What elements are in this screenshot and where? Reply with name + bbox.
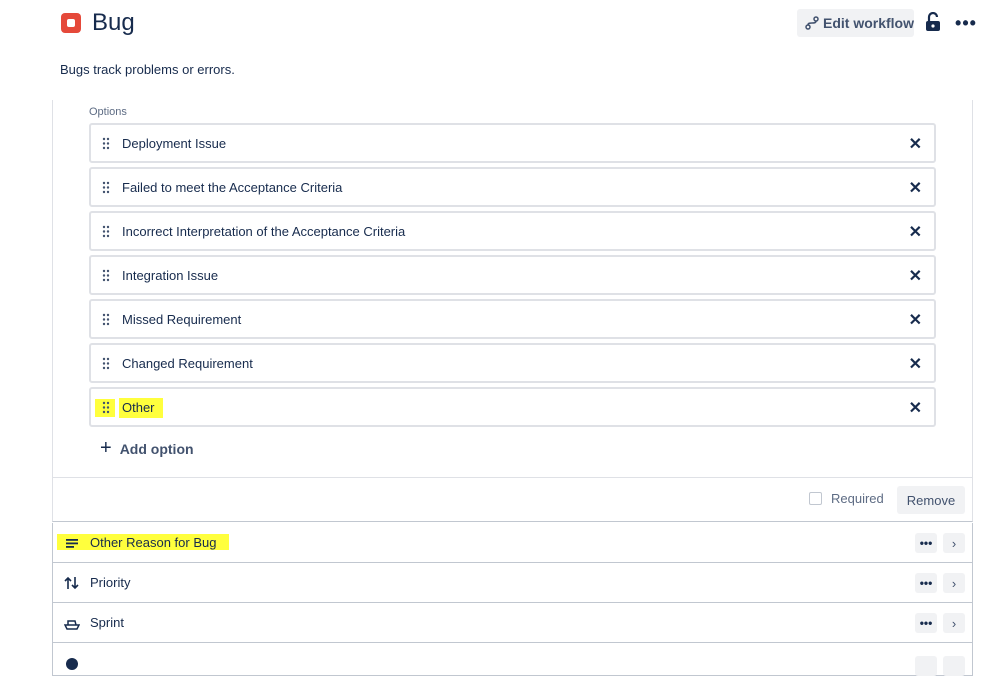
remove-option-icon[interactable]: ✕: [909, 398, 922, 418]
remove-option-icon[interactable]: ✕: [909, 310, 922, 330]
drag-handle-icon[interactable]: [102, 225, 110, 238]
header: Bug Edit workflow •••: [0, 0, 999, 50]
remove-option-icon[interactable]: ✕: [909, 354, 922, 374]
chevron-right-icon[interactable]: ›: [943, 533, 965, 553]
option-item[interactable]: Integration Issue ✕: [89, 255, 936, 295]
add-option-button[interactable]: + Add option: [100, 437, 194, 460]
drag-handle-icon[interactable]: [102, 137, 110, 150]
chevron-right-icon[interactable]: ›: [943, 613, 965, 633]
page-title: Bug: [92, 9, 135, 36]
option-item[interactable]: Deployment Issue ✕: [89, 123, 936, 163]
field-label: Priority: [90, 575, 131, 590]
chevron-right-icon[interactable]: [943, 656, 965, 676]
option-item[interactable]: Changed Requirement ✕: [89, 343, 936, 383]
drag-handle-icon[interactable]: [102, 357, 110, 370]
field-label: Other Reason for Bug: [90, 535, 217, 550]
field-row-partial[interactable]: [52, 643, 973, 676]
option-label[interactable]: Integration Issue: [122, 268, 218, 283]
field-label: Sprint: [90, 615, 124, 630]
option-item[interactable]: Missed Requirement ✕: [89, 299, 936, 339]
required-checkbox[interactable]: Required: [809, 491, 884, 506]
plus-icon: +: [100, 437, 112, 459]
option-label[interactable]: Deployment Issue: [122, 136, 226, 151]
workflow-icon: [805, 16, 819, 30]
sprint-boat-icon: [64, 620, 80, 630]
option-label[interactable]: Missed Requirement: [122, 312, 241, 327]
more-actions-button[interactable]: •••: [955, 12, 977, 34]
checkbox-icon[interactable]: [809, 492, 822, 505]
row-more-button[interactable]: •••: [915, 613, 937, 633]
field-row-priority[interactable]: Priority ••• ›: [52, 563, 973, 603]
row-more-button[interactable]: •••: [915, 573, 937, 593]
circle-icon: [66, 658, 78, 670]
paragraph-lines-icon: [66, 539, 78, 548]
drag-handle-icon[interactable]: [102, 313, 110, 326]
row-more-button[interactable]: •••: [915, 533, 937, 553]
field-row-sprint[interactable]: Sprint ••• ›: [52, 603, 973, 643]
chevron-right-icon[interactable]: ›: [943, 573, 965, 593]
remove-field-button[interactable]: Remove: [897, 486, 965, 514]
option-label[interactable]: Failed to meet the Acceptance Criteria: [122, 180, 342, 195]
divider: [52, 477, 973, 478]
remove-option-icon[interactable]: ✕: [909, 134, 922, 154]
row-more-button[interactable]: [915, 656, 937, 676]
edit-workflow-button[interactable]: Edit workflow: [797, 9, 914, 37]
option-item[interactable]: Incorrect Interpretation of the Acceptan…: [89, 211, 936, 251]
bug-issue-type-icon: [61, 13, 81, 33]
option-label[interactable]: Incorrect Interpretation of the Acceptan…: [122, 224, 405, 239]
options-label: Options: [89, 106, 127, 118]
field-row-other-reason[interactable]: Other Reason for Bug ••• ›: [52, 523, 973, 563]
remove-option-icon[interactable]: ✕: [909, 266, 922, 286]
remove-option-icon[interactable]: ✕: [909, 178, 922, 198]
priority-arrows-icon: [64, 576, 79, 590]
issue-type-description: Bugs track problems or errors.: [60, 62, 235, 77]
option-label[interactable]: Other: [122, 400, 155, 415]
drag-handle-icon[interactable]: [102, 401, 110, 414]
unlock-icon[interactable]: [925, 12, 941, 32]
add-option-label: Add option: [119, 440, 194, 457]
remove-option-icon[interactable]: ✕: [909, 222, 922, 242]
option-item[interactable]: Failed to meet the Acceptance Criteria ✕: [89, 167, 936, 207]
drag-handle-icon[interactable]: [102, 181, 110, 194]
required-label: Required: [831, 491, 884, 506]
edit-workflow-label: Edit workflow: [823, 15, 914, 31]
option-item-other[interactable]: Other ✕: [89, 387, 936, 427]
option-label[interactable]: Changed Requirement: [122, 356, 253, 371]
drag-handle-icon[interactable]: [102, 269, 110, 282]
